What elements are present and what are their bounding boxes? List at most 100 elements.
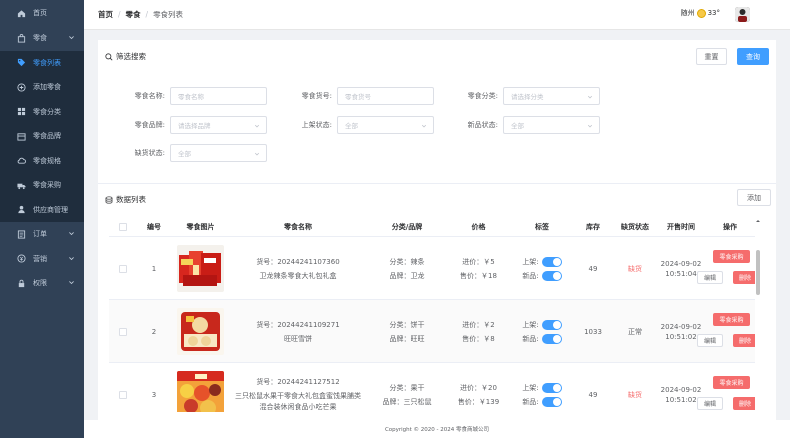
table-row: 3 货号：20244241127512 三只松鼠水果干零食大礼包盒蜜饯果脯类混合装休… — [109, 363, 761, 412]
row-checkbox[interactable] — [119, 327, 127, 336]
filter-field-3: 零食品牌: 请选择品牌 — [105, 116, 267, 134]
purchase-button[interactable]: 零食采购 — [713, 250, 750, 263]
sale-time: 10:51:02 — [665, 332, 697, 341]
table-header: 编号 零食图片 零食名称 分类/品牌 价格 标签 库存 缺货状态 开售时间 操作 — [109, 217, 761, 237]
new-switch[interactable] — [541, 270, 562, 281]
sidebar-item-11[interactable]: 权限 — [0, 271, 84, 296]
sidebar-item-4[interactable]: 零食分类 — [0, 99, 84, 124]
sku-value: 20244241127512 — [277, 378, 340, 386]
on-shelf-switch[interactable] — [541, 256, 562, 267]
filter-field-1: 零食货号: 零食货号 — [272, 87, 434, 105]
filter-label: 新品状态: — [467, 121, 498, 129]
main-content: 筛选搜索 重置 查询 零食名称: 零食名称 零食货号: 零食货号 零食分类: 请选择分类零… — [84, 30, 790, 438]
breadcrumb-separator: / — [145, 10, 149, 19]
delete-button[interactable]: 删除 — [733, 397, 757, 410]
table-scrollbar[interactable] — [755, 217, 761, 412]
row-checkbox-cell — [117, 300, 129, 363]
brand-label: 品牌： — [389, 334, 411, 343]
product-image — [177, 308, 224, 355]
column-header-3: 分类/品牌 — [391, 223, 423, 231]
breadcrumb-separator: / — [118, 10, 121, 19]
filter-field-6: 缺货状态: 全部 — [105, 144, 267, 162]
row-checkbox[interactable] — [119, 264, 127, 273]
filter-input[interactable]: 零食名称 — [170, 87, 267, 105]
header: 首页 / 零食 / 零食列表 随州 33° — [84, 0, 790, 30]
filter-input[interactable]: 零食货号 — [337, 87, 434, 105]
new-switch[interactable] — [541, 333, 562, 344]
price-label: 售价： — [457, 397, 479, 406]
sidebar: 首页 零食 零食列表 添加零食 零食分类 零食品牌 零食规格零食采购供应商管理订单营销 权限 — [0, 0, 84, 438]
sidebar-item-5[interactable]: 零食品牌 — [0, 124, 84, 149]
breadcrumb-snack[interactable]: 零食 — [126, 9, 141, 20]
sun-icon — [696, 8, 706, 18]
filter-placeholder: 全部 — [345, 122, 358, 130]
sidebar-item-1[interactable]: 零食 — [0, 26, 84, 51]
price-value: ￥139 — [478, 397, 500, 406]
on-shelf-row: 上架: — [522, 318, 562, 332]
filter-placeholder: 请选择品牌 — [178, 122, 211, 130]
on-shelf-switch[interactable] — [541, 382, 562, 393]
sidebar-item-8[interactable]: 供应商管理 — [0, 197, 84, 222]
row-name: 旺旺雪饼 — [284, 334, 312, 343]
row-category-cell: 分类：饼干 品牌：旺旺 — [368, 300, 446, 363]
delete-button[interactable]: 删除 — [733, 334, 757, 347]
row-name-cell: 货号：20244241127512 三只松鼠水果干零食大礼包盒蜜饯果脯类混合装休闲… — [228, 363, 368, 412]
avatar[interactable] — [735, 7, 750, 22]
filter-select[interactable]: 请选择品牌 — [170, 116, 267, 134]
column-header-0: 编号 — [147, 223, 161, 231]
sidebar-item-2[interactable]: 零食列表 — [0, 50, 84, 75]
select-all-checkbox[interactable] — [119, 223, 127, 231]
edit-button[interactable]: 编辑 — [697, 397, 723, 410]
delete-button[interactable]: 删除 — [733, 271, 757, 284]
sidebar-item-label: 订单 — [33, 230, 47, 239]
add-button[interactable]: 添加 — [737, 189, 771, 206]
category-label: 分类： — [389, 383, 411, 392]
filter-label: 零食分类: — [467, 92, 498, 100]
on-shelf-switch[interactable] — [541, 319, 562, 330]
column-header-5: 标签 — [535, 223, 549, 231]
sidebar-item-label: 零食采购 — [33, 181, 61, 190]
row-category: 分类：饼干 — [390, 318, 425, 332]
list-panel: 数据列表 添加 编号 零食图片 零食名称 分类/品牌 价格 标签 库存 缺货状态 开售时间 操作 … — [98, 183, 776, 420]
purchase-button[interactable]: 零食采购 — [713, 376, 750, 389]
reset-button[interactable]: 重置 — [696, 48, 727, 65]
filter-field-2: 零食分类: 请选择分类 — [438, 87, 600, 105]
query-button[interactable]: 查询 — [737, 48, 769, 65]
edit-button[interactable]: 编辑 — [697, 271, 723, 284]
database-icon — [105, 195, 113, 204]
sidebar-item-10[interactable]: 营销 — [0, 247, 84, 272]
row-image-cell — [173, 363, 228, 412]
sidebar-item-3[interactable]: 添加零食 — [0, 75, 84, 100]
scroll-thumb[interactable] — [756, 250, 760, 295]
box-icon — [16, 131, 26, 141]
row-checkbox[interactable] — [119, 390, 127, 399]
brand-label: 品牌： — [382, 397, 404, 406]
row-id: 1 — [151, 264, 157, 273]
sidebar-item-0[interactable]: 首页 — [0, 0, 84, 26]
sidebar-item-6[interactable]: 零食规格 — [0, 148, 84, 173]
new-switch[interactable] — [541, 396, 562, 407]
filter-label: 零食名称: — [134, 92, 165, 100]
sidebar-item-9[interactable]: 订单 — [0, 222, 84, 247]
filter-select[interactable]: 请选择分类 — [503, 87, 600, 105]
breadcrumb-current: 零食列表 — [153, 10, 184, 19]
row-stock-status: 缺货 — [628, 390, 642, 399]
sidebar-item-label: 供应商管理 — [33, 205, 68, 214]
scroll-up-icon[interactable] — [755, 218, 761, 224]
on-shelf-label: 上架: — [522, 257, 539, 266]
column-header-7: 缺货状态 — [621, 223, 649, 231]
edit-button[interactable]: 编辑 — [697, 334, 723, 347]
filter-select[interactable]: 全部 — [170, 144, 267, 162]
weather-city: 随州 — [680, 9, 695, 17]
purchase-button[interactable]: 零食采购 — [713, 313, 750, 326]
filter-select[interactable]: 全部 — [337, 116, 434, 134]
coin-icon — [16, 254, 26, 264]
sidebar-item-7[interactable]: 零食采购 — [0, 173, 84, 198]
row-brand: 品牌：三只松鼠 — [383, 395, 432, 409]
row-checkbox-cell — [117, 363, 129, 412]
filter-select[interactable]: 全部 — [503, 116, 600, 134]
category-value: 果干 — [410, 383, 425, 392]
price-value: ￥8 — [483, 334, 495, 343]
breadcrumb-home[interactable]: 首页 — [98, 9, 113, 20]
table-row: 2 货号：20244241109271 旺旺雪饼 分类：饼干 品牌：旺旺 进价：￥2 售价：… — [109, 300, 761, 363]
